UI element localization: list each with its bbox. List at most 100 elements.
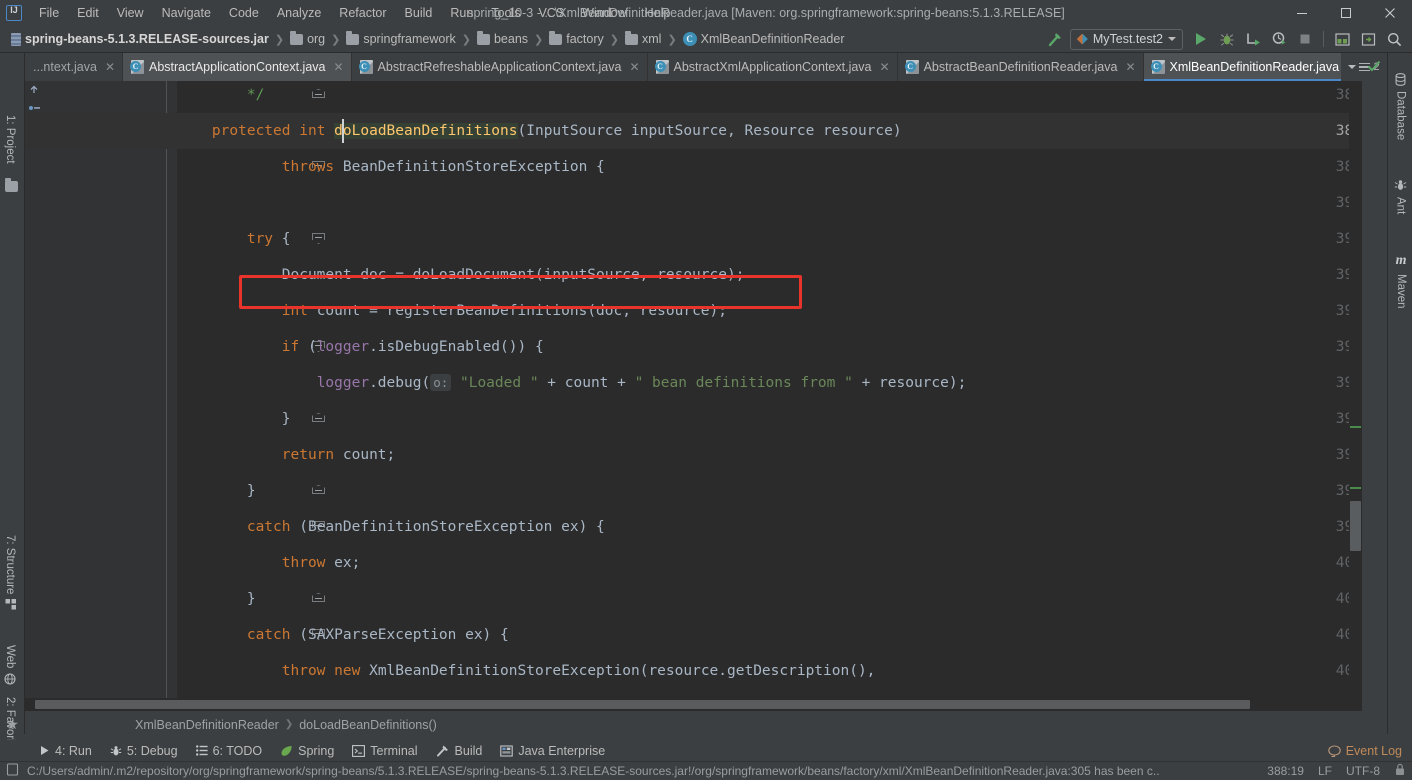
- code-line[interactable]: catch (SAXParseException ex) {: [177, 617, 1362, 653]
- code-line[interactable]: Document doc = doLoadDocument(inputSourc…: [177, 257, 1362, 293]
- bottom-tool-spring[interactable]: Spring: [271, 742, 343, 760]
- project-structure-button[interactable]: [1330, 28, 1354, 50]
- profiler-button[interactable]: [1267, 28, 1291, 50]
- close-tab-icon[interactable]: ✕: [105, 60, 115, 74]
- breadcrumb-item-0[interactable]: XmlBeanDefinitionReader: [135, 718, 279, 732]
- code-line[interactable]: int count = registerBeanDefinitions(doc,…: [177, 293, 1362, 329]
- menu-item-window[interactable]: Window: [573, 3, 635, 23]
- sidebar-item-ant[interactable]: Ant: [1389, 175, 1412, 218]
- bottom-tool-6--todo[interactable]: 6: TODO: [187, 742, 272, 760]
- editor-tab-2[interactable]: AbstractRefreshableApplicationContext.ja…: [352, 53, 648, 81]
- navbar-crumb-spring-beans-5-1-3-release-sources-jar[interactable]: spring-beans-5.1.3.RELEASE-sources.jar: [6, 30, 274, 48]
- menu-item-refactor[interactable]: Refactor: [330, 3, 395, 23]
- search-everywhere-button[interactable]: [1382, 28, 1406, 50]
- bottom-tool-terminal[interactable]: Terminal: [343, 742, 426, 760]
- code-token: .debug(: [369, 375, 431, 391]
- maximize-button[interactable]: [1324, 0, 1368, 26]
- code-line[interactable]: catch (BeanDefinitionStoreException ex) …: [177, 509, 1362, 545]
- menu-item-help[interactable]: Help: [636, 3, 680, 23]
- editor-tab-4[interactable]: AbstractBeanDefinitionReader.java ✕: [898, 53, 1144, 81]
- menu-item-tools[interactable]: Tools: [482, 3, 529, 23]
- editor-tab-5[interactable]: XmlBeanDefinitionReader.java✕: [1143, 53, 1366, 81]
- code-line[interactable]: }: [177, 401, 1362, 437]
- code-line[interactable]: throw ex;: [177, 545, 1362, 581]
- build-hammer-button[interactable]: [1044, 28, 1068, 50]
- menu-item-vcs[interactable]: VCS: [529, 3, 573, 23]
- navbar-crumb-springframework[interactable]: springframework: [341, 30, 460, 48]
- editor-tab-0[interactable]: ...ntext.java ✕: [25, 53, 123, 81]
- bottom-tool-java-enterprise[interactable]: Java Enterprise: [491, 742, 614, 760]
- menu-item-view[interactable]: View: [108, 3, 153, 23]
- code-line[interactable]: }: [177, 473, 1362, 509]
- code-token: }: [177, 411, 291, 427]
- close-tab-icon[interactable]: ✕: [333, 60, 343, 74]
- vertical-scrollbar-thumb[interactable]: [1350, 501, 1361, 551]
- sidebar-item-maven[interactable]: m Maven: [1390, 249, 1412, 313]
- navbar-crumb-xml[interactable]: xml: [620, 30, 666, 48]
- run-button[interactable]: [1189, 28, 1213, 50]
- close-tab-icon[interactable]: ✕: [1125, 60, 1135, 74]
- code-token: throws: [281, 159, 335, 175]
- close-button[interactable]: [1368, 0, 1412, 26]
- file-encoding[interactable]: UTF-8: [1346, 764, 1380, 778]
- code-line[interactable]: }: [177, 581, 1362, 617]
- menu-item-navigate[interactable]: Navigate: [153, 3, 220, 23]
- code-line[interactable]: logger.debug(o: "Loaded " + count + " be…: [177, 365, 1362, 401]
- run-icon: [1196, 33, 1206, 45]
- run-with-coverage-button[interactable]: [1241, 28, 1265, 50]
- code-line[interactable]: [177, 185, 1362, 221]
- code-line[interactable]: throw new XmlBeanDefinitionStoreExceptio…: [177, 653, 1362, 689]
- navbar-crumb-xmlbeandefinitionreader[interactable]: C XmlBeanDefinitionReader: [678, 30, 850, 48]
- toolbar-divider: [1323, 31, 1324, 47]
- code-text-area[interactable]: */ protected int doLoadBeanDefinitions(I…: [25, 81, 1362, 698]
- code-line[interactable]: */: [177, 81, 1362, 113]
- inspection-status-widget[interactable]: [1366, 58, 1382, 79]
- window-controls: [1280, 0, 1412, 26]
- status-message: C:/Users/admin/.m2/repository/org/spring…: [27, 764, 1160, 778]
- bottom-tool-5--debug[interactable]: 5: Debug: [101, 742, 187, 760]
- minimize-icon: [1297, 13, 1307, 14]
- stop-button[interactable]: [1293, 28, 1317, 50]
- horizontal-scrollbar[interactable]: [25, 698, 1362, 711]
- code-line[interactable]: if (logger.isDebugEnabled()) {: [177, 329, 1362, 365]
- fold-markers[interactable]: [27, 81, 49, 698]
- code-line[interactable]: protected int doLoadBeanDefinitions(Inpu…: [177, 113, 1362, 149]
- navbar-crumb-org[interactable]: org: [285, 30, 330, 48]
- sidebar-item-web[interactable]: Web: [0, 641, 21, 689]
- menu-item-analyze[interactable]: Analyze: [268, 3, 330, 23]
- breadcrumb-item-1[interactable]: doLoadBeanDefinitions(): [299, 718, 437, 732]
- bottom-tool-4--run[interactable]: 4: Run: [30, 742, 101, 760]
- navbar-crumb-factory[interactable]: factory: [544, 30, 609, 48]
- menu-item-edit[interactable]: Edit: [68, 3, 108, 23]
- update-project-button[interactable]: [1356, 28, 1380, 50]
- editor-marker-bar[interactable]: [1349, 81, 1362, 698]
- menu-item-run[interactable]: Run: [441, 3, 482, 23]
- event-log-button[interactable]: Event Log: [1318, 742, 1412, 760]
- code-editor[interactable]: */ protected int doLoadBeanDefinitions(I…: [25, 81, 1362, 698]
- navbar-crumb-beans[interactable]: beans: [472, 30, 533, 48]
- sidebar-item-structure[interactable]: 7: Structure: [0, 531, 21, 614]
- sidebar-item-project[interactable]: 1: Project: [0, 111, 21, 168]
- menu-item-label: Build: [404, 6, 433, 20]
- minimize-button[interactable]: [1280, 0, 1324, 26]
- favorites-star-icon[interactable]: ★: [0, 713, 25, 735]
- horizontal-scrollbar-thumb[interactable]: [35, 700, 1250, 709]
- run-configuration-selector[interactable]: MyTest.test2: [1069, 28, 1183, 50]
- read-only-lock-icon[interactable]: [1394, 763, 1406, 779]
- editor-tab-3[interactable]: AbstractXmlApplicationContext.java ✕: [648, 53, 898, 81]
- caret-position[interactable]: 388:19: [1267, 764, 1304, 778]
- menu-item-code[interactable]: Code: [220, 3, 268, 23]
- close-tab-icon[interactable]: ✕: [880, 60, 890, 74]
- debug-button[interactable]: [1215, 28, 1239, 50]
- code-line[interactable]: try {: [177, 221, 1362, 257]
- menu-item-build[interactable]: Build: [396, 3, 442, 23]
- line-separator[interactable]: LF: [1318, 764, 1332, 778]
- menu-item-file[interactable]: File: [30, 3, 68, 23]
- code-line[interactable]: throws BeanDefinitionStoreException {: [177, 149, 1362, 185]
- editor-tab-1[interactable]: AbstractApplicationContext.java ✕: [123, 53, 352, 81]
- close-tab-icon[interactable]: ✕: [629, 60, 639, 74]
- sidebar-item-database[interactable]: Database: [1389, 69, 1412, 144]
- code-line[interactable]: return count;: [177, 437, 1362, 473]
- bottom-tool-build[interactable]: Build: [427, 742, 492, 760]
